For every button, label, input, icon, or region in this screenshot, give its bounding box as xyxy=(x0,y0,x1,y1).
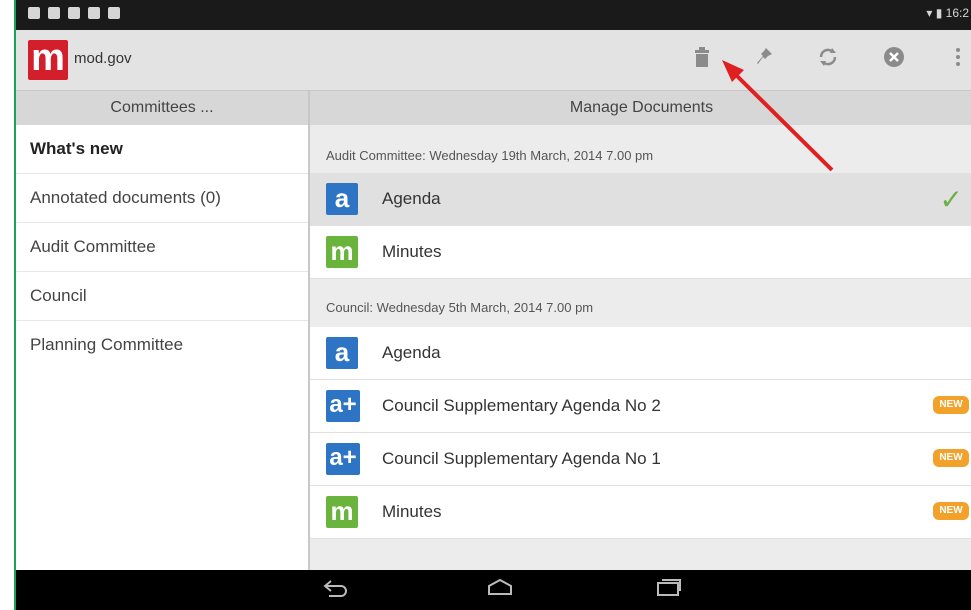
sidebar-item-whats-new[interactable]: What's new xyxy=(16,125,308,174)
pin-icon-glyph xyxy=(757,48,772,64)
app-frame: ▾ ▮ 16:2 m mod.gov Committees ... Manage… xyxy=(14,0,971,610)
overflow-menu-icon[interactable] xyxy=(944,46,971,74)
notification-icon xyxy=(48,7,60,19)
notification-icon xyxy=(28,7,40,19)
documents-panel: Audit Committee: Wednesday 19th March, 2… xyxy=(310,125,971,570)
app-title: mod.gov xyxy=(74,50,132,67)
notification-icons xyxy=(28,7,120,19)
overflow-menu-glyph xyxy=(956,48,960,66)
section-header-audit: Audit Committee: Wednesday 19th March, 2… xyxy=(326,148,654,163)
sidebar-item-annotated-documents[interactable]: Annotated documents (0) xyxy=(16,174,308,223)
document-row-audit-minutes[interactable]: m Minutes xyxy=(310,226,971,279)
document-row-council-supp-agenda-1[interactable]: a+ Council Supplementary Agenda No 1 NEW xyxy=(310,433,971,486)
document-label: Minutes xyxy=(382,502,442,521)
status-time: 16:2 xyxy=(945,6,969,20)
refresh-icon-glyph xyxy=(819,48,837,66)
action-bar: m mod.gov xyxy=(16,30,971,91)
signal-icon: ▾ ▮ xyxy=(926,6,946,20)
sidebar-item-council[interactable]: Council xyxy=(16,272,308,321)
close-icon-glyph xyxy=(884,47,904,67)
back-icon[interactable] xyxy=(316,576,356,604)
document-label: Minutes xyxy=(382,242,442,261)
sidebar-item-audit-committee[interactable]: Audit Committee xyxy=(16,223,308,272)
minutes-icon: m xyxy=(326,496,358,528)
notification-icon xyxy=(108,7,120,19)
status-bar: ▾ ▮ 16:2 xyxy=(16,0,971,30)
minutes-icon: m xyxy=(326,236,358,268)
document-row-council-minutes[interactable]: m Minutes NEW xyxy=(310,486,971,539)
trash-icon-glyph xyxy=(695,47,709,67)
app-logo[interactable]: m xyxy=(28,39,68,80)
manage-documents-header: Manage Documents xyxy=(569,99,714,116)
agenda-icon: a xyxy=(326,183,358,215)
committees-header[interactable]: Committees ... xyxy=(16,91,310,125)
status-right: ▾ ▮ 16:2 xyxy=(926,6,969,20)
checkmark-icon: ✓ xyxy=(939,184,963,215)
document-row-council-agenda[interactable]: a Agenda xyxy=(310,327,971,380)
notification-icon xyxy=(68,7,80,19)
home-icon-glyph xyxy=(488,578,512,595)
document-row-audit-agenda[interactable]: a Agenda ✓ xyxy=(310,173,971,226)
trash-icon[interactable] xyxy=(688,46,716,74)
recent-apps-icon[interactable] xyxy=(648,576,688,604)
home-icon[interactable] xyxy=(480,576,520,604)
back-icon-glyph xyxy=(323,580,347,597)
document-label: Council Supplementary Agenda No 1 xyxy=(382,449,661,468)
panel-headers: Committees ... Manage Documents xyxy=(16,91,971,126)
supplementary-agenda-icon: a+ xyxy=(326,390,360,422)
committee-sidebar: What's new Annotated documents (0) Audit… xyxy=(16,125,310,570)
document-label: Agenda xyxy=(382,189,441,208)
section-header-council: Council: Wednesday 5th March, 2014 7.00 … xyxy=(326,300,594,315)
sidebar-item-planning-committee[interactable]: Planning Committee xyxy=(16,321,308,369)
document-label: Council Supplementary Agenda No 2 xyxy=(382,396,661,415)
refresh-icon[interactable] xyxy=(814,46,842,74)
new-badge: NEW xyxy=(933,449,969,467)
recent-apps-icon-glyph xyxy=(657,579,681,596)
new-badge: NEW xyxy=(933,502,969,520)
document-row-council-supp-agenda-2[interactable]: a+ Council Supplementary Agenda No 2 NEW xyxy=(310,380,971,433)
system-nav-bar xyxy=(16,570,971,610)
pin-icon[interactable] xyxy=(750,46,778,74)
close-icon[interactable] xyxy=(880,46,908,74)
new-badge: NEW xyxy=(933,396,969,414)
notification-icon xyxy=(88,7,100,19)
supplementary-agenda-icon: a+ xyxy=(326,443,360,475)
document-label: Agenda xyxy=(382,343,441,362)
agenda-icon: a xyxy=(326,337,358,369)
